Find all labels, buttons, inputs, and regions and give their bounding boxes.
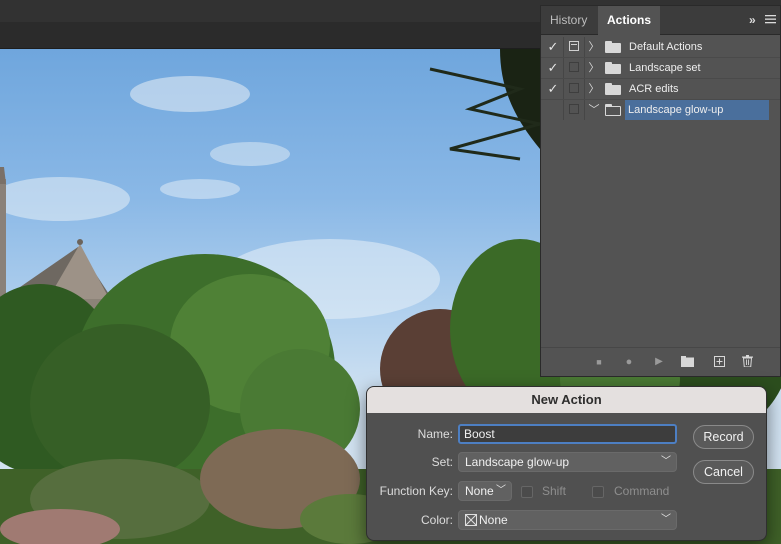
- name-input[interactable]: [458, 424, 677, 444]
- panel-tab-bar: History Actions »: [541, 6, 780, 35]
- dialog-toggle[interactable]: [564, 58, 585, 78]
- action-set-label: Default Actions: [629, 41, 703, 53]
- dialog-title: New Action: [367, 387, 766, 413]
- new-action-dialog: New Action Name: Set: Landscape glow-up …: [366, 386, 767, 541]
- no-color-swatch-icon: [465, 514, 477, 526]
- action-set-row-default-actions[interactable]: ✓ 〉 Default Actions: [541, 37, 780, 57]
- cancel-button[interactable]: Cancel: [693, 460, 754, 484]
- chevron-down-icon: ﹀: [496, 485, 506, 496]
- action-set-list: ✓ 〉 Default Actions ✓ 〉 Landscape set ✓ …: [541, 37, 780, 120]
- hamburger-icon[interactable]: [765, 13, 776, 27]
- play-icon[interactable]: ▶: [651, 348, 667, 376]
- dialog-toggle-icon: [569, 62, 579, 72]
- checkmark-toggle-empty[interactable]: [543, 100, 564, 120]
- collapse-panel-icon[interactable]: »: [749, 13, 756, 27]
- trash-icon[interactable]: [739, 348, 755, 376]
- set-select[interactable]: Landscape glow-up ﹀: [458, 452, 677, 472]
- dialog-toggle-icon: [569, 41, 579, 51]
- record-icon[interactable]: ●: [621, 348, 637, 376]
- chevron-right-icon[interactable]: 〉: [588, 37, 600, 57]
- checkmark-icon[interactable]: ✓: [543, 37, 564, 57]
- dialog-toggle[interactable]: [564, 37, 585, 57]
- actions-panel: History Actions » ✓ 〉 Default Actions ✓ …: [540, 5, 781, 377]
- action-set-label: ACR edits: [629, 83, 679, 95]
- chevron-right-icon[interactable]: 〉: [588, 58, 600, 78]
- tab-history[interactable]: History: [541, 6, 596, 34]
- action-set-label: Landscape glow-up: [625, 100, 769, 120]
- color-select[interactable]: None ﹀: [458, 510, 677, 530]
- action-set-row-acr-edits[interactable]: ✓ 〉 ACR edits: [541, 78, 780, 99]
- chevron-down-icon: ﹀: [661, 514, 671, 525]
- action-set-row-landscape-glow-up[interactable]: ﹀ Landscape glow-up: [541, 99, 780, 120]
- tab-actions[interactable]: Actions: [598, 6, 661, 35]
- checkmark-icon[interactable]: ✓: [543, 58, 564, 78]
- panel-controls: »: [749, 6, 776, 34]
- chevron-right-icon[interactable]: 〉: [588, 79, 600, 99]
- record-button[interactable]: Record: [693, 425, 754, 449]
- dialog-toggle-icon: [569, 83, 579, 93]
- dialog-toggle[interactable]: [564, 79, 585, 99]
- folder-icon: [605, 41, 621, 53]
- chevron-down-icon[interactable]: ﹀: [588, 100, 600, 120]
- open-folder-icon: [605, 104, 621, 116]
- stop-icon[interactable]: ■: [591, 348, 607, 376]
- name-label: Name:: [417, 427, 453, 441]
- command-checkbox[interactable]: [592, 486, 604, 498]
- action-set-label: Landscape set: [629, 62, 701, 74]
- dialog-toggle[interactable]: [564, 100, 585, 120]
- color-label: Color:: [420, 513, 453, 527]
- shift-label: Shift: [542, 484, 567, 498]
- folder-icon: [605, 62, 621, 74]
- new-set-folder-icon[interactable]: [679, 348, 695, 376]
- action-set-row-landscape-set[interactable]: ✓ 〉 Landscape set: [541, 57, 780, 78]
- folder-icon: [605, 83, 621, 95]
- dialog-toggle-icon: [569, 104, 579, 114]
- function-key-select[interactable]: None ﹀: [458, 481, 512, 501]
- chevron-down-icon: ﹀: [661, 456, 671, 467]
- color-select-value: None: [479, 513, 508, 527]
- set-label: Set:: [431, 455, 453, 469]
- set-select-value: Landscape glow-up: [465, 455, 570, 469]
- command-label: Command: [614, 484, 670, 498]
- plus-square-icon[interactable]: [711, 348, 727, 376]
- checkmark-icon[interactable]: ✓: [543, 79, 564, 99]
- actions-panel-footer: ■ ● ▶: [541, 347, 780, 376]
- function-key-value: None: [465, 484, 494, 498]
- shift-checkbox[interactable]: [521, 486, 533, 498]
- function-key-label: Function Key:: [379, 484, 453, 498]
